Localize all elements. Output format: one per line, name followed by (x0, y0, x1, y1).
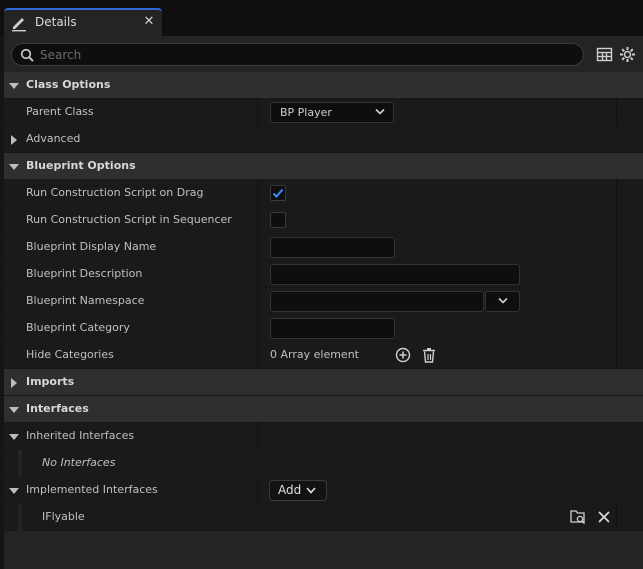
collapsed-arrow-icon (11, 135, 17, 145)
property-label: Inherited Interfaces (26, 429, 135, 442)
column-divider (616, 288, 617, 314)
property-label: Blueprint Namespace (26, 294, 145, 307)
expanded-arrow-icon (9, 488, 19, 494)
no-interfaces-label: No Interfaces (42, 456, 116, 469)
table-view-icon[interactable] (596, 46, 613, 63)
indent-bar (18, 450, 22, 477)
chevron-down-icon (498, 297, 508, 304)
property-label: Run Construction Script on Drag (26, 186, 204, 199)
namespace-field[interactable] (270, 291, 484, 312)
tab-title: Details (35, 15, 77, 29)
row-inherited-interfaces[interactable]: Inherited Interfaces (4, 423, 643, 450)
add-element-icon[interactable] (394, 346, 412, 364)
row-run-construction-drag: Run Construction Script on Drag (4, 180, 643, 207)
property-label: Blueprint Display Name (26, 240, 157, 253)
description-field[interactable] (270, 264, 520, 285)
search-input[interactable] (40, 45, 575, 64)
collapsed-arrow-icon (11, 378, 17, 388)
expanded-arrow-icon (9, 407, 19, 413)
remove-icon[interactable] (595, 508, 613, 526)
search-box[interactable] (11, 43, 584, 66)
expanded-arrow-icon (9, 164, 19, 170)
interface-name: IFlyable (42, 510, 85, 523)
category-label: Blueprint Options (26, 159, 136, 172)
column-divider (257, 234, 258, 260)
chevron-down-icon (306, 487, 316, 494)
column-divider (257, 207, 258, 233)
row-description: Blueprint Description (4, 261, 643, 288)
dropdown-value: BP Player (280, 106, 332, 119)
column-divider (616, 234, 617, 260)
column-divider (257, 261, 258, 287)
details-panel: Class Options Parent Class BP Player Adv… (4, 36, 643, 569)
parent-class-dropdown[interactable]: BP Player (270, 102, 394, 123)
add-interface-button[interactable]: Add (269, 480, 327, 501)
row-no-interfaces: No Interfaces (4, 450, 643, 477)
property-rows: Class Options Parent Class BP Player Adv… (4, 72, 643, 531)
tab-details[interactable]: Details ✕ (4, 8, 162, 36)
category-label: Class Options (26, 78, 111, 91)
row-advanced[interactable]: Advanced (4, 126, 643, 153)
column-divider (257, 477, 258, 503)
column-divider (616, 504, 617, 530)
row-parent-class: Parent Class BP Player (4, 99, 643, 126)
column-divider (616, 180, 617, 206)
checkmark-icon (272, 188, 284, 198)
search-icon (20, 48, 34, 62)
row-namespace: Blueprint Namespace (4, 288, 643, 315)
column-divider (257, 99, 258, 125)
column-divider (616, 207, 617, 233)
category-interfaces[interactable]: Interfaces (4, 396, 643, 423)
column-divider (616, 99, 617, 125)
gear-icon[interactable] (619, 46, 636, 63)
property-label: Blueprint Category (26, 321, 130, 334)
category-label: Interfaces (26, 402, 89, 415)
column-divider (616, 342, 617, 368)
expanded-arrow-icon (9, 434, 19, 440)
browse-asset-icon[interactable] (569, 508, 587, 526)
row-implemented-interfaces[interactable]: Implemented Interfaces Add (4, 477, 643, 504)
namespace-dropdown-button[interactable] (485, 291, 520, 312)
row-hide-categories: Hide Categories 0 Array element (4, 342, 643, 369)
category-class-options[interactable]: Class Options (4, 72, 643, 99)
category-field[interactable] (270, 318, 395, 339)
array-count: 0 Array element (270, 348, 359, 361)
row-iflyable: IFlyable (4, 504, 643, 531)
row-display-name: Blueprint Display Name (4, 234, 643, 261)
column-divider (257, 288, 258, 314)
column-divider (616, 261, 617, 287)
property-label: Implemented Interfaces (26, 483, 158, 496)
column-divider (616, 315, 617, 341)
property-label: Advanced (26, 132, 81, 145)
property-label: Parent Class (26, 105, 94, 118)
column-divider (257, 315, 258, 341)
close-icon[interactable]: ✕ (141, 13, 157, 31)
indent-bar (18, 504, 22, 531)
column-divider (257, 423, 258, 449)
tab-strip: Details ✕ (0, 0, 643, 36)
category-imports[interactable]: Imports (4, 369, 643, 396)
property-label: Blueprint Description (26, 267, 143, 280)
pencil-icon (12, 18, 26, 32)
row-run-construction-sequencer: Run Construction Script in Sequencer (4, 207, 643, 234)
trash-icon[interactable] (420, 346, 438, 364)
category-label: Imports (26, 375, 75, 388)
row-category: Blueprint Category (4, 315, 643, 342)
run-in-sequencer-checkbox[interactable] (270, 212, 286, 228)
run-on-drag-checkbox[interactable] (270, 185, 286, 201)
search-row (4, 36, 643, 72)
category-blueprint-options[interactable]: Blueprint Options (4, 153, 643, 180)
display-name-field[interactable] (270, 237, 395, 258)
property-label: Hide Categories (26, 348, 114, 361)
column-divider (257, 342, 258, 368)
property-label: Run Construction Script in Sequencer (26, 213, 232, 226)
chevron-down-icon (375, 108, 385, 115)
add-button-label: Add (278, 483, 302, 497)
column-divider (257, 180, 258, 206)
expanded-arrow-icon (9, 83, 19, 89)
